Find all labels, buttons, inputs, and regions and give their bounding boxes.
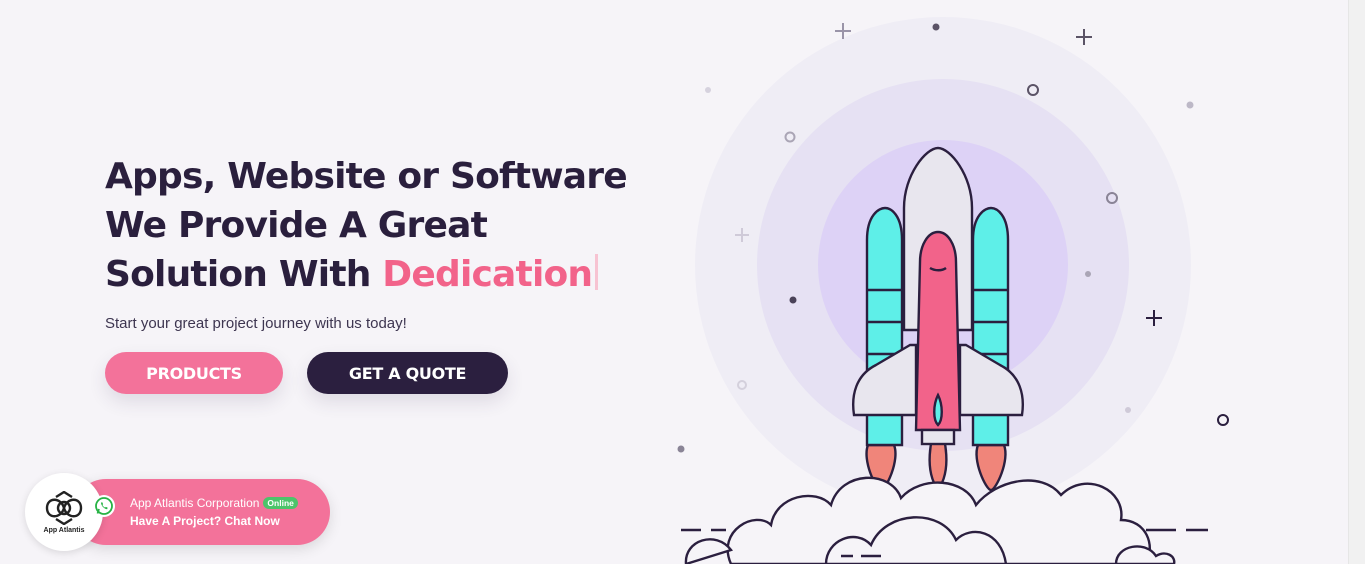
logo-text: App Atlantis	[43, 526, 85, 534]
headline-line-1: Apps, Website or Software	[105, 156, 628, 197]
get-a-quote-button[interactable]: GET A QUOTE	[307, 352, 508, 394]
app-atlantis-logo-icon	[45, 490, 83, 525]
rocket-launch-illustration	[677, 17, 1229, 564]
online-status-badge: Online	[263, 497, 298, 509]
smoke-clouds	[684, 476, 1176, 564]
company-logo: App Atlantis	[25, 473, 103, 551]
typing-cursor	[595, 254, 599, 290]
headline-line-2: We Provide A Great	[105, 205, 488, 246]
headline-line-3-prefix: Solution With	[105, 254, 383, 295]
hero-text-block: Apps, Website or Software We Provide A G…	[105, 152, 665, 299]
headline-accent-word: Dedication	[382, 254, 593, 295]
right-booster	[971, 206, 1010, 492]
products-button[interactable]: PRODUCTS	[105, 352, 283, 394]
whatsapp-chat-widget[interactable]: App Atlantis App Atlantis Corporation On…	[25, 473, 330, 551]
headline-line-3: Solution With Dedication	[105, 250, 665, 299]
chat-company-row: App Atlantis Corporation Online	[130, 496, 298, 510]
hero-subtitle: Start your great project journey with us…	[105, 315, 407, 332]
chat-cta-text: Have A Project? Chat Now	[130, 514, 280, 528]
hero-headline: Apps, Website or Software We Provide A G…	[105, 152, 665, 299]
whatsapp-icon	[93, 495, 115, 517]
page-scrollbar[interactable]	[1348, 0, 1365, 564]
chat-company-name: App Atlantis Corporation	[130, 496, 260, 510]
